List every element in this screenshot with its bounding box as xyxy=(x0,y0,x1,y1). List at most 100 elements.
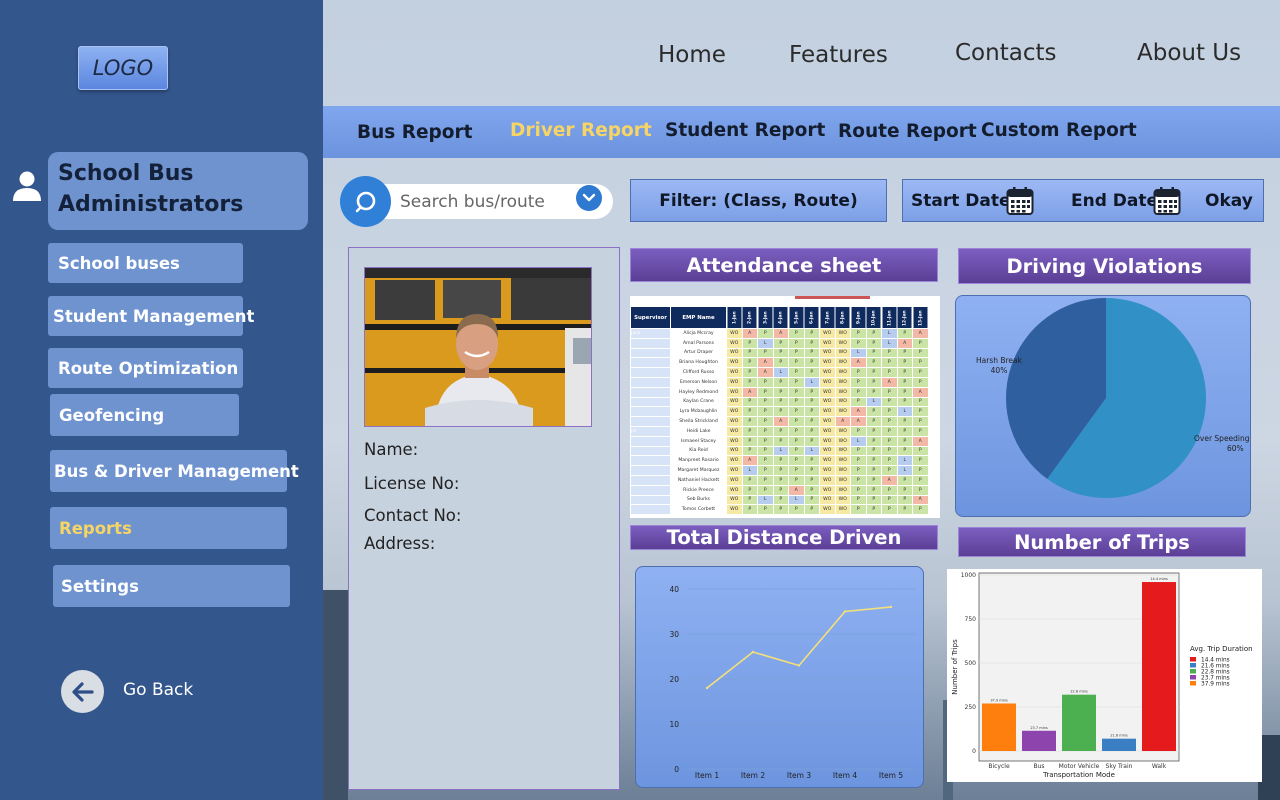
search-button[interactable] xyxy=(340,176,391,227)
tab-custom-report[interactable]: Custom Report xyxy=(981,120,1137,141)
attendance-supervisor-cell xyxy=(630,386,671,398)
attendance-cell: P xyxy=(912,474,929,486)
nav-features[interactable]: Features xyxy=(789,42,888,68)
attendance-cell: P xyxy=(741,357,758,369)
attendance-cell: WO xyxy=(834,386,851,398)
attendance-employee-name: Artur Draper xyxy=(670,347,727,359)
attendance-cell: P xyxy=(803,328,820,339)
y-tick-label: 0 xyxy=(972,748,976,755)
attendance-cell: P xyxy=(803,347,820,359)
attendance-cell: A xyxy=(850,406,867,418)
date-range-bar: Start Date End Date Okay xyxy=(902,179,1264,222)
attendance-cell: P xyxy=(757,484,774,496)
attendance-cell: P xyxy=(881,504,898,516)
nav-home[interactable]: Home xyxy=(658,42,726,68)
attendance-cell: WO xyxy=(726,376,743,388)
attendance-cell: WO xyxy=(834,455,851,467)
attendance-cell: A xyxy=(850,416,867,427)
search-input[interactable] xyxy=(400,188,570,216)
nav-contacts[interactable]: Contacts xyxy=(955,40,1056,66)
attendance-cell: P xyxy=(788,416,805,427)
tab-driver-report[interactable]: Driver Report xyxy=(510,120,652,141)
attendance-cell: WO xyxy=(726,386,743,398)
attendance-header-cell: 6-Jan xyxy=(804,306,820,329)
attendance-cell: P xyxy=(757,406,774,418)
calendar-icon[interactable] xyxy=(1153,186,1181,216)
attendance-cell: P xyxy=(772,396,789,408)
bar-bicycle xyxy=(982,703,1016,751)
attendance-header-cell: 7-Jan xyxy=(819,306,835,329)
sidebar-item-bus-driver-management[interactable]: Bus & Driver Management xyxy=(50,450,299,492)
tab-bus-report[interactable]: Bus Report xyxy=(357,122,472,143)
x-tick-label: Motor Vehicle xyxy=(1059,763,1100,770)
end-date-label[interactable]: End Date xyxy=(1071,191,1158,211)
y-tick-label: 30 xyxy=(669,630,679,639)
attendance-supervisor-cell xyxy=(630,494,671,506)
attendance-cell: P xyxy=(803,367,820,378)
calendar-icon[interactable] xyxy=(1006,186,1034,216)
search-icon xyxy=(355,191,375,212)
sidebar-item-route-optimization[interactable]: Route Optimization xyxy=(48,348,243,388)
attendance-row: Sheila Strickland WO P P A P P WO A A P P P P xyxy=(630,416,929,427)
sidebar-item-reports[interactable]: Reports xyxy=(50,507,287,549)
attendance-cell: WO xyxy=(819,357,836,369)
sidebar-item-student-management[interactable]: Student Management xyxy=(48,296,254,336)
attendance-cell: P xyxy=(757,425,774,437)
sidebar-item-school-buses[interactable]: School buses xyxy=(48,243,243,283)
x-tick-label: Item 1 xyxy=(695,771,719,780)
attendance-cell: P xyxy=(865,474,882,486)
attendance-cell: P xyxy=(881,357,898,369)
attendance-employee-name: Tomos Corbett xyxy=(670,504,727,516)
go-back-label[interactable]: Go Back xyxy=(123,680,193,700)
attendance-cell: WO xyxy=(834,465,851,476)
attendance-cell: P xyxy=(881,347,898,359)
attendance-cell: L xyxy=(881,328,898,339)
attendance-row: Kaylan Crane WO P P P P P WO WO P L P P P xyxy=(630,396,929,408)
attendance-cell: A xyxy=(741,455,758,467)
attendance-cell: P xyxy=(803,484,820,496)
attendance-cell: WO xyxy=(726,494,743,506)
attendance-cell: WO xyxy=(819,337,836,349)
attendance-supervisor-cell xyxy=(630,465,671,476)
tab-route-report[interactable]: Route Report xyxy=(838,121,977,142)
y-tick-label: 750 xyxy=(965,616,977,623)
legend-swatch xyxy=(1190,675,1196,680)
go-back-button[interactable] xyxy=(61,670,104,713)
attendance-cell: L xyxy=(850,347,867,359)
attendance-cell: L xyxy=(803,376,820,388)
attendance-row: Amal Parsons WO P L P P P WO WO P P L A P xyxy=(630,337,929,349)
attendance-cell: P xyxy=(741,396,758,408)
attendance-cell: A xyxy=(912,328,929,339)
search-dropdown-button[interactable] xyxy=(576,185,602,211)
filter-button[interactable]: Filter: (Class, Route) xyxy=(630,179,887,222)
attendance-cell: WO xyxy=(834,328,851,339)
logo[interactable]: LOGO xyxy=(78,46,168,90)
attendance-cell: WO xyxy=(819,474,836,486)
legend-swatch xyxy=(1190,657,1196,662)
sidebar-item-geofencing[interactable]: Geofencing xyxy=(50,394,239,436)
background-building xyxy=(323,590,348,800)
attendance-header-cell: Supervisor xyxy=(630,306,671,329)
attendance-cell: WO xyxy=(819,494,836,506)
attendance-cell: A xyxy=(741,328,758,339)
attendance-cell: P xyxy=(896,445,913,457)
attendance-supervisor-cell xyxy=(630,504,671,516)
nav-about-us[interactable]: About Us xyxy=(1137,40,1241,66)
attendance-employee-name: Kaylan Crane xyxy=(670,396,727,408)
attendance-cell: P xyxy=(803,396,820,408)
attendance-employee-name: Lyra Mcbaughlin xyxy=(670,406,727,418)
attendance-cell: P xyxy=(896,328,913,339)
legend-entry: 37.9 mins xyxy=(1201,682,1230,688)
start-date-label[interactable]: Start Date xyxy=(911,191,1011,211)
attendance-cell: P xyxy=(881,445,898,457)
driver-photo xyxy=(364,267,592,427)
tab-student-report[interactable]: Student Report xyxy=(665,120,825,141)
attendance-tab-marker xyxy=(795,296,870,299)
attendance-cell: P xyxy=(803,425,820,437)
attendance-cell: A xyxy=(757,357,774,369)
attendance-cell: L xyxy=(788,494,805,506)
okay-button[interactable]: Okay xyxy=(1205,191,1253,211)
line-point xyxy=(797,664,801,667)
sidebar-item-settings[interactable]: Settings xyxy=(53,565,290,607)
attendance-cell: P xyxy=(788,504,805,516)
